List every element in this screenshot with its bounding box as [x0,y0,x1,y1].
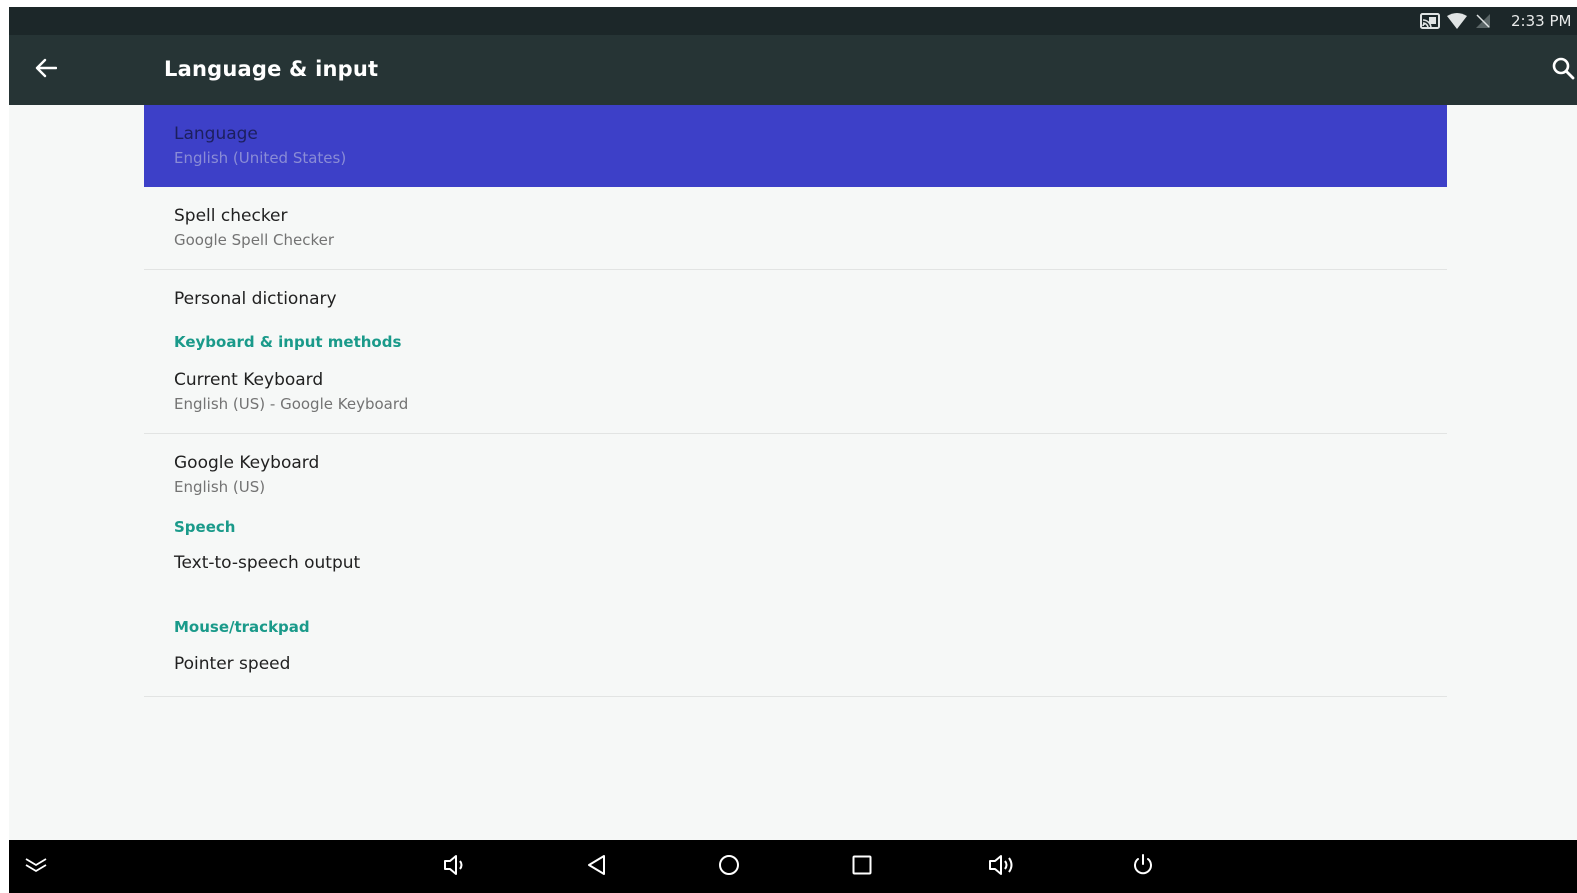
no-signal-icon [1475,13,1491,33]
back-icon [585,853,607,881]
search-button[interactable] [1545,53,1575,87]
category-speech: Speech [144,514,1447,544]
pref-title: Text-to-speech output [174,553,361,573]
pref-title: Pointer speed [174,654,291,674]
recents-button[interactable] [847,852,877,882]
cast-icon [1420,13,1440,33]
pref-summary: Google Spell Checker [174,231,335,249]
divider [144,696,1447,697]
app-toolbar: Language & input [9,35,1577,105]
pref-spell-checker[interactable]: Spell checker Google Spell Checker [144,187,1447,269]
category-label: Mouse/trackpad [174,618,310,636]
pref-text-to-speech[interactable]: Text-to-speech output [144,544,1447,616]
status-time: 2:33 PM [1511,12,1572,30]
home-icon [717,853,741,881]
collapse-button[interactable] [21,852,51,882]
pref-title: Spell checker [174,206,288,226]
volume-up-icon [987,853,1017,881]
volume-down-icon [442,853,468,881]
volume-up-button[interactable] [987,852,1017,882]
pref-title: Google Keyboard [174,453,320,473]
collapse-icon [24,857,48,877]
nav-back-button[interactable] [581,852,611,882]
device-frame: 2:33 PM Language & input Language Englis… [0,0,1577,893]
home-button[interactable] [714,852,744,882]
pref-current-keyboard[interactable]: Current Keyboard English (US) - Google K… [144,363,1447,433]
pref-summary: English (United States) [174,149,347,167]
wifi-icon [1447,13,1467,33]
power-icon [1131,853,1155,881]
power-button[interactable] [1128,852,1158,882]
pref-personal-dictionary[interactable]: Personal dictionary [144,270,1447,325]
pref-title: Language [174,124,258,144]
pref-summary: English (US) - Google Keyboard [174,395,409,413]
pref-pointer-speed[interactable]: Pointer speed [144,646,1447,696]
navigation-bar [9,840,1577,893]
pref-title: Current Keyboard [174,370,324,390]
category-label: Keyboard & input methods [174,333,402,351]
pref-google-keyboard[interactable]: Google Keyboard English (US) [144,434,1447,514]
pref-summary: English (US) [174,478,266,496]
recents-icon [851,854,873,880]
back-button[interactable] [29,53,63,87]
volume-down-button[interactable] [440,852,470,882]
pref-title: Personal dictionary [174,289,337,309]
category-keyboard: Keyboard & input methods [144,325,1447,363]
category-mouse: Mouse/trackpad [144,616,1447,646]
page-title: Language & input [164,57,379,81]
arrow-back-icon [35,58,58,82]
settings-list: Language English (United States) Spell c… [144,105,1447,697]
status-bar: 2:33 PM [9,7,1577,35]
category-label: Speech [174,518,236,536]
android-screen: 2:33 PM Language & input Language Englis… [9,7,1577,893]
search-icon [1551,56,1575,84]
pref-language[interactable]: Language English (United States) [144,105,1447,187]
